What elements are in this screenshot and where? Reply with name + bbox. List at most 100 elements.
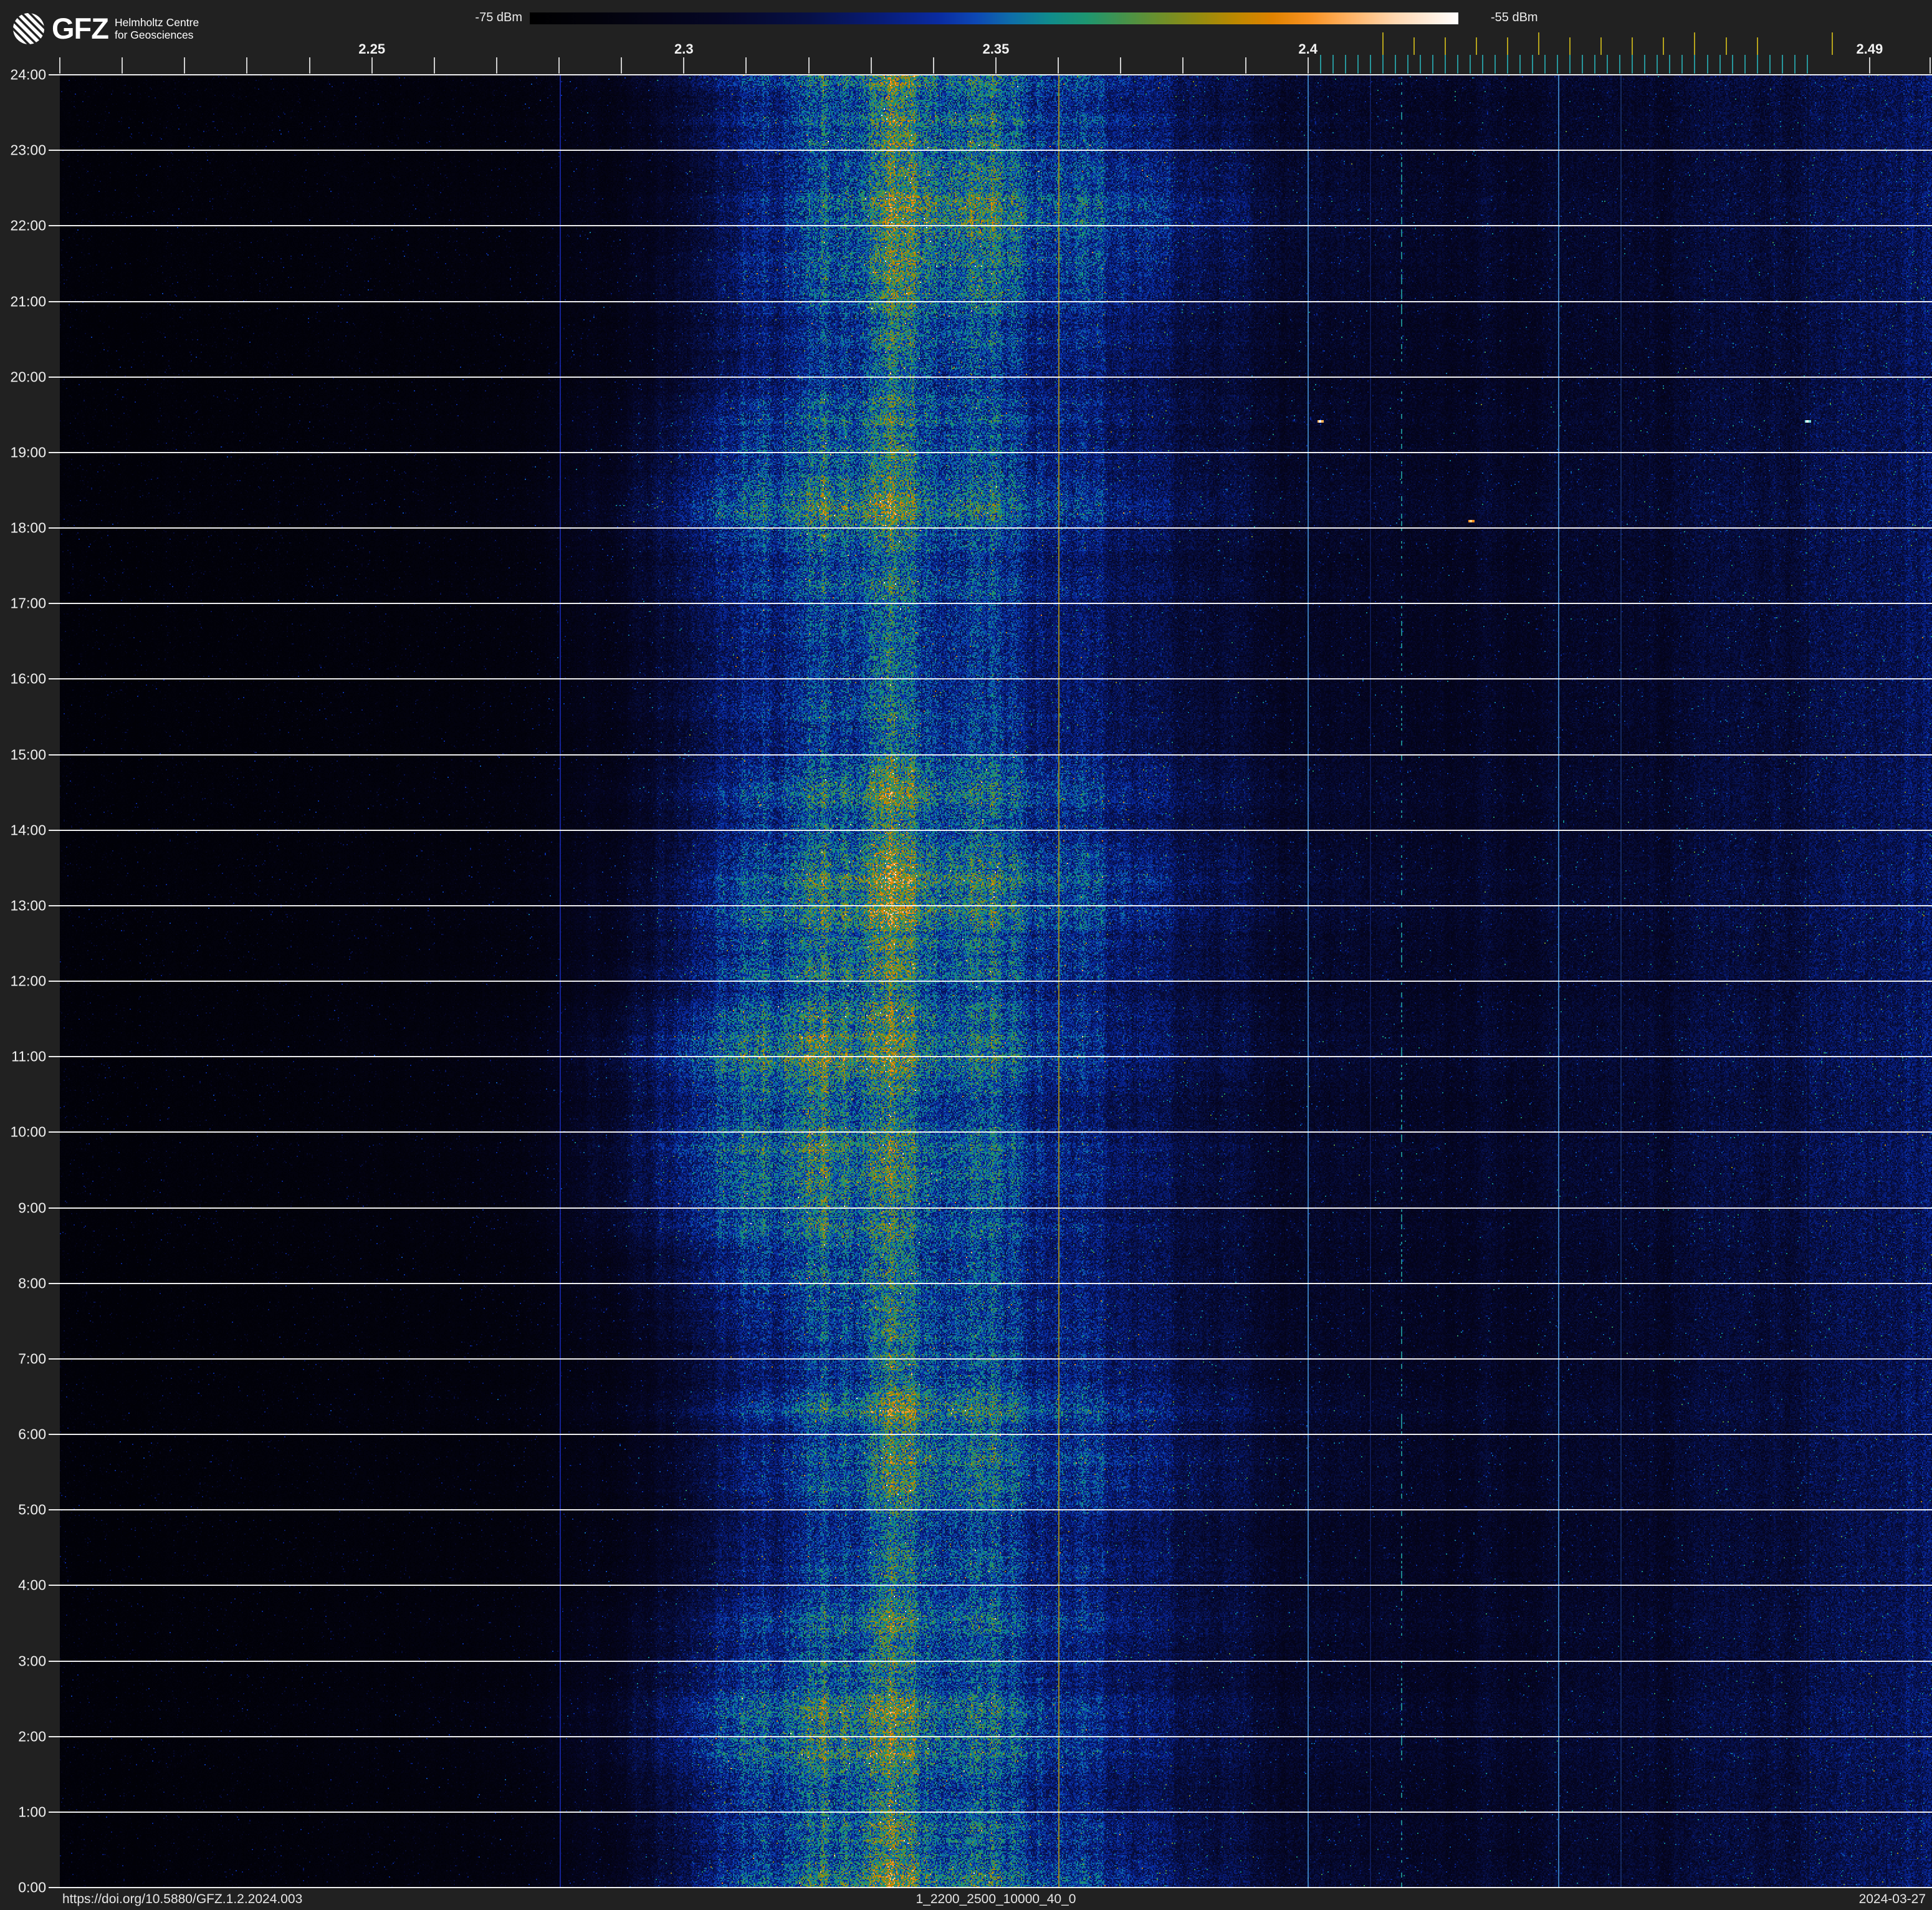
ble-channel-tick bbox=[1432, 55, 1433, 74]
gfz-logo-icon bbox=[13, 13, 44, 44]
ble-channel-tick bbox=[1644, 55, 1646, 74]
hour-gridline-19-00 bbox=[49, 451, 1932, 453]
ble-channel-tick bbox=[1669, 55, 1671, 74]
logo-subtitle-line1: Helmholtz Centre bbox=[114, 16, 199, 29]
wifi-channel-tick bbox=[1600, 37, 1602, 55]
hour-gridline-14-00 bbox=[49, 829, 1932, 831]
hour-label-19-00: 19:00 bbox=[10, 444, 46, 461]
ble-channel-tick bbox=[1681, 55, 1683, 74]
hour-gridline-6-00 bbox=[49, 1434, 1932, 1435]
wifi-channel-tick bbox=[1569, 37, 1571, 55]
ble-channel-tick bbox=[1769, 55, 1771, 74]
freq-minor-tick bbox=[870, 57, 872, 74]
ble-channel-tick bbox=[1494, 55, 1496, 74]
ble-channel-tick bbox=[1382, 55, 1384, 74]
ble-channel-tick bbox=[1444, 55, 1446, 74]
freq-minor-tick bbox=[558, 57, 560, 74]
ble-channel-tick bbox=[1419, 55, 1421, 74]
freq-minor-tick bbox=[1307, 57, 1309, 74]
hour-label-5-00: 5:00 bbox=[18, 1501, 46, 1518]
hour-label-10-00: 10:00 bbox=[10, 1123, 46, 1140]
hour-label-7-00: 7:00 bbox=[18, 1350, 46, 1367]
freq-minor-tick bbox=[621, 57, 623, 74]
hour-label-6-00: 6:00 bbox=[18, 1426, 46, 1442]
ble-channel-tick bbox=[1507, 55, 1509, 74]
wifi-channel-tick bbox=[1413, 37, 1415, 55]
ble-channel-tick bbox=[1744, 55, 1746, 74]
wifi-channel-tick bbox=[1831, 32, 1833, 55]
ble-channel-tick bbox=[1456, 55, 1458, 74]
wifi-channel-tick bbox=[1476, 37, 1478, 55]
ble-channel-tick bbox=[1694, 55, 1696, 74]
ble-channel-tick bbox=[1657, 55, 1658, 74]
hour-label-23-00: 23:00 bbox=[10, 142, 46, 158]
ble-channel-tick bbox=[1569, 55, 1571, 74]
hour-label-3-00: 3:00 bbox=[18, 1653, 46, 1669]
freq-minor-tick bbox=[995, 57, 997, 74]
freq-minor-tick bbox=[1120, 57, 1122, 74]
hour-label-1-00: 1:00 bbox=[18, 1803, 46, 1820]
ble-channel-tick bbox=[1319, 55, 1321, 74]
freq-minor-tick bbox=[246, 57, 248, 74]
hour-gridline-3-00 bbox=[49, 1660, 1932, 1662]
ble-channel-tick bbox=[1519, 55, 1521, 74]
gfz-logo: GFZ Helmholtz Centre for Geosciences bbox=[12, 12, 199, 45]
wifi-channel-tick bbox=[1694, 32, 1696, 55]
ble-channel-tick bbox=[1731, 55, 1733, 74]
freq-minor-tick bbox=[184, 57, 186, 74]
hour-gridline-17-00 bbox=[49, 603, 1932, 605]
freq-label-2.3: 2.3 bbox=[674, 41, 694, 57]
freq-label-2.49: 2.49 bbox=[1856, 41, 1883, 57]
power-colorbar bbox=[530, 12, 1458, 24]
hour-gridline-11-00 bbox=[49, 1056, 1932, 1058]
colorbar-min-label: -75 dBm bbox=[475, 11, 522, 24]
freq-label-2.25: 2.25 bbox=[358, 41, 386, 57]
ble-channel-tick bbox=[1344, 55, 1346, 74]
ble-channel-tick bbox=[1557, 55, 1559, 74]
ble-channel-tick bbox=[1794, 55, 1796, 74]
time-axis: 24:00 23:00 22:00 21:00 20:00 19:00 18:00 17:00… bbox=[0, 0, 60, 1910]
wifi-channel-tick bbox=[1444, 37, 1446, 55]
wifi-channel-tick bbox=[1725, 37, 1727, 55]
hour-gridline-20-00 bbox=[49, 376, 1932, 378]
hour-label-0-00: 0:00 bbox=[18, 1879, 46, 1896]
hour-gridline-23-00 bbox=[49, 150, 1932, 151]
hour-label-4-00: 4:00 bbox=[18, 1576, 46, 1593]
hour-gridline-8-00 bbox=[49, 1282, 1932, 1284]
hour-label-18-00: 18:00 bbox=[10, 519, 46, 536]
wifi-channel-tick bbox=[1538, 32, 1540, 55]
hour-label-24-00: 24:00 bbox=[10, 66, 46, 83]
ble-channel-tick bbox=[1719, 55, 1721, 74]
hour-label-21-00: 21:00 bbox=[10, 293, 46, 309]
hour-label-15-00: 15:00 bbox=[10, 746, 46, 762]
freq-minor-tick bbox=[1245, 57, 1246, 74]
freq-minor-tick bbox=[745, 57, 747, 74]
freq-minor-tick bbox=[371, 57, 373, 74]
spectrogram-page: GFZ Helmholtz Centre for Geosciences -75… bbox=[0, 0, 1932, 1910]
freq-minor-tick bbox=[1058, 57, 1059, 74]
hour-gridline-0-00 bbox=[49, 1887, 1932, 1888]
ble-channel-tick bbox=[1582, 55, 1584, 74]
freq-minor-tick bbox=[683, 57, 685, 74]
colorbar-max-label: -55 dBm bbox=[1491, 11, 1538, 24]
hour-label-9-00: 9:00 bbox=[18, 1199, 46, 1216]
logo-subtitle: Helmholtz Centre for Geosciences bbox=[115, 16, 199, 41]
wifi-channel-tick bbox=[1507, 37, 1509, 55]
hour-gridline-18-00 bbox=[49, 527, 1932, 529]
footer-date: 2024-03-27 bbox=[1858, 1892, 1926, 1906]
ble-channel-tick bbox=[1407, 55, 1408, 74]
footer-doi-link[interactable]: https://doi.org/10.5880/GFZ.1.2.2024.003 bbox=[62, 1892, 302, 1907]
freq-minor-tick bbox=[308, 57, 310, 74]
logo-org-name: GFZ bbox=[52, 12, 109, 45]
hour-gridline-12-00 bbox=[49, 981, 1932, 982]
hour-label-22-00: 22:00 bbox=[10, 217, 46, 234]
frequency-axis: 2.25 2.3 2.35 2.4 2.49 bbox=[0, 0, 1932, 75]
freq-minor-tick bbox=[433, 57, 435, 74]
hour-label-17-00: 17:00 bbox=[10, 595, 46, 612]
ble-channel-tick bbox=[1544, 55, 1546, 74]
hour-label-12-00: 12:00 bbox=[10, 972, 46, 989]
hour-gridline-9-00 bbox=[49, 1207, 1932, 1209]
ble-channel-tick bbox=[1470, 55, 1471, 74]
freq-label-2.35: 2.35 bbox=[982, 41, 1010, 57]
footer-dataset-id: 1_2200_2500_10000_40_0 bbox=[916, 1892, 1076, 1906]
